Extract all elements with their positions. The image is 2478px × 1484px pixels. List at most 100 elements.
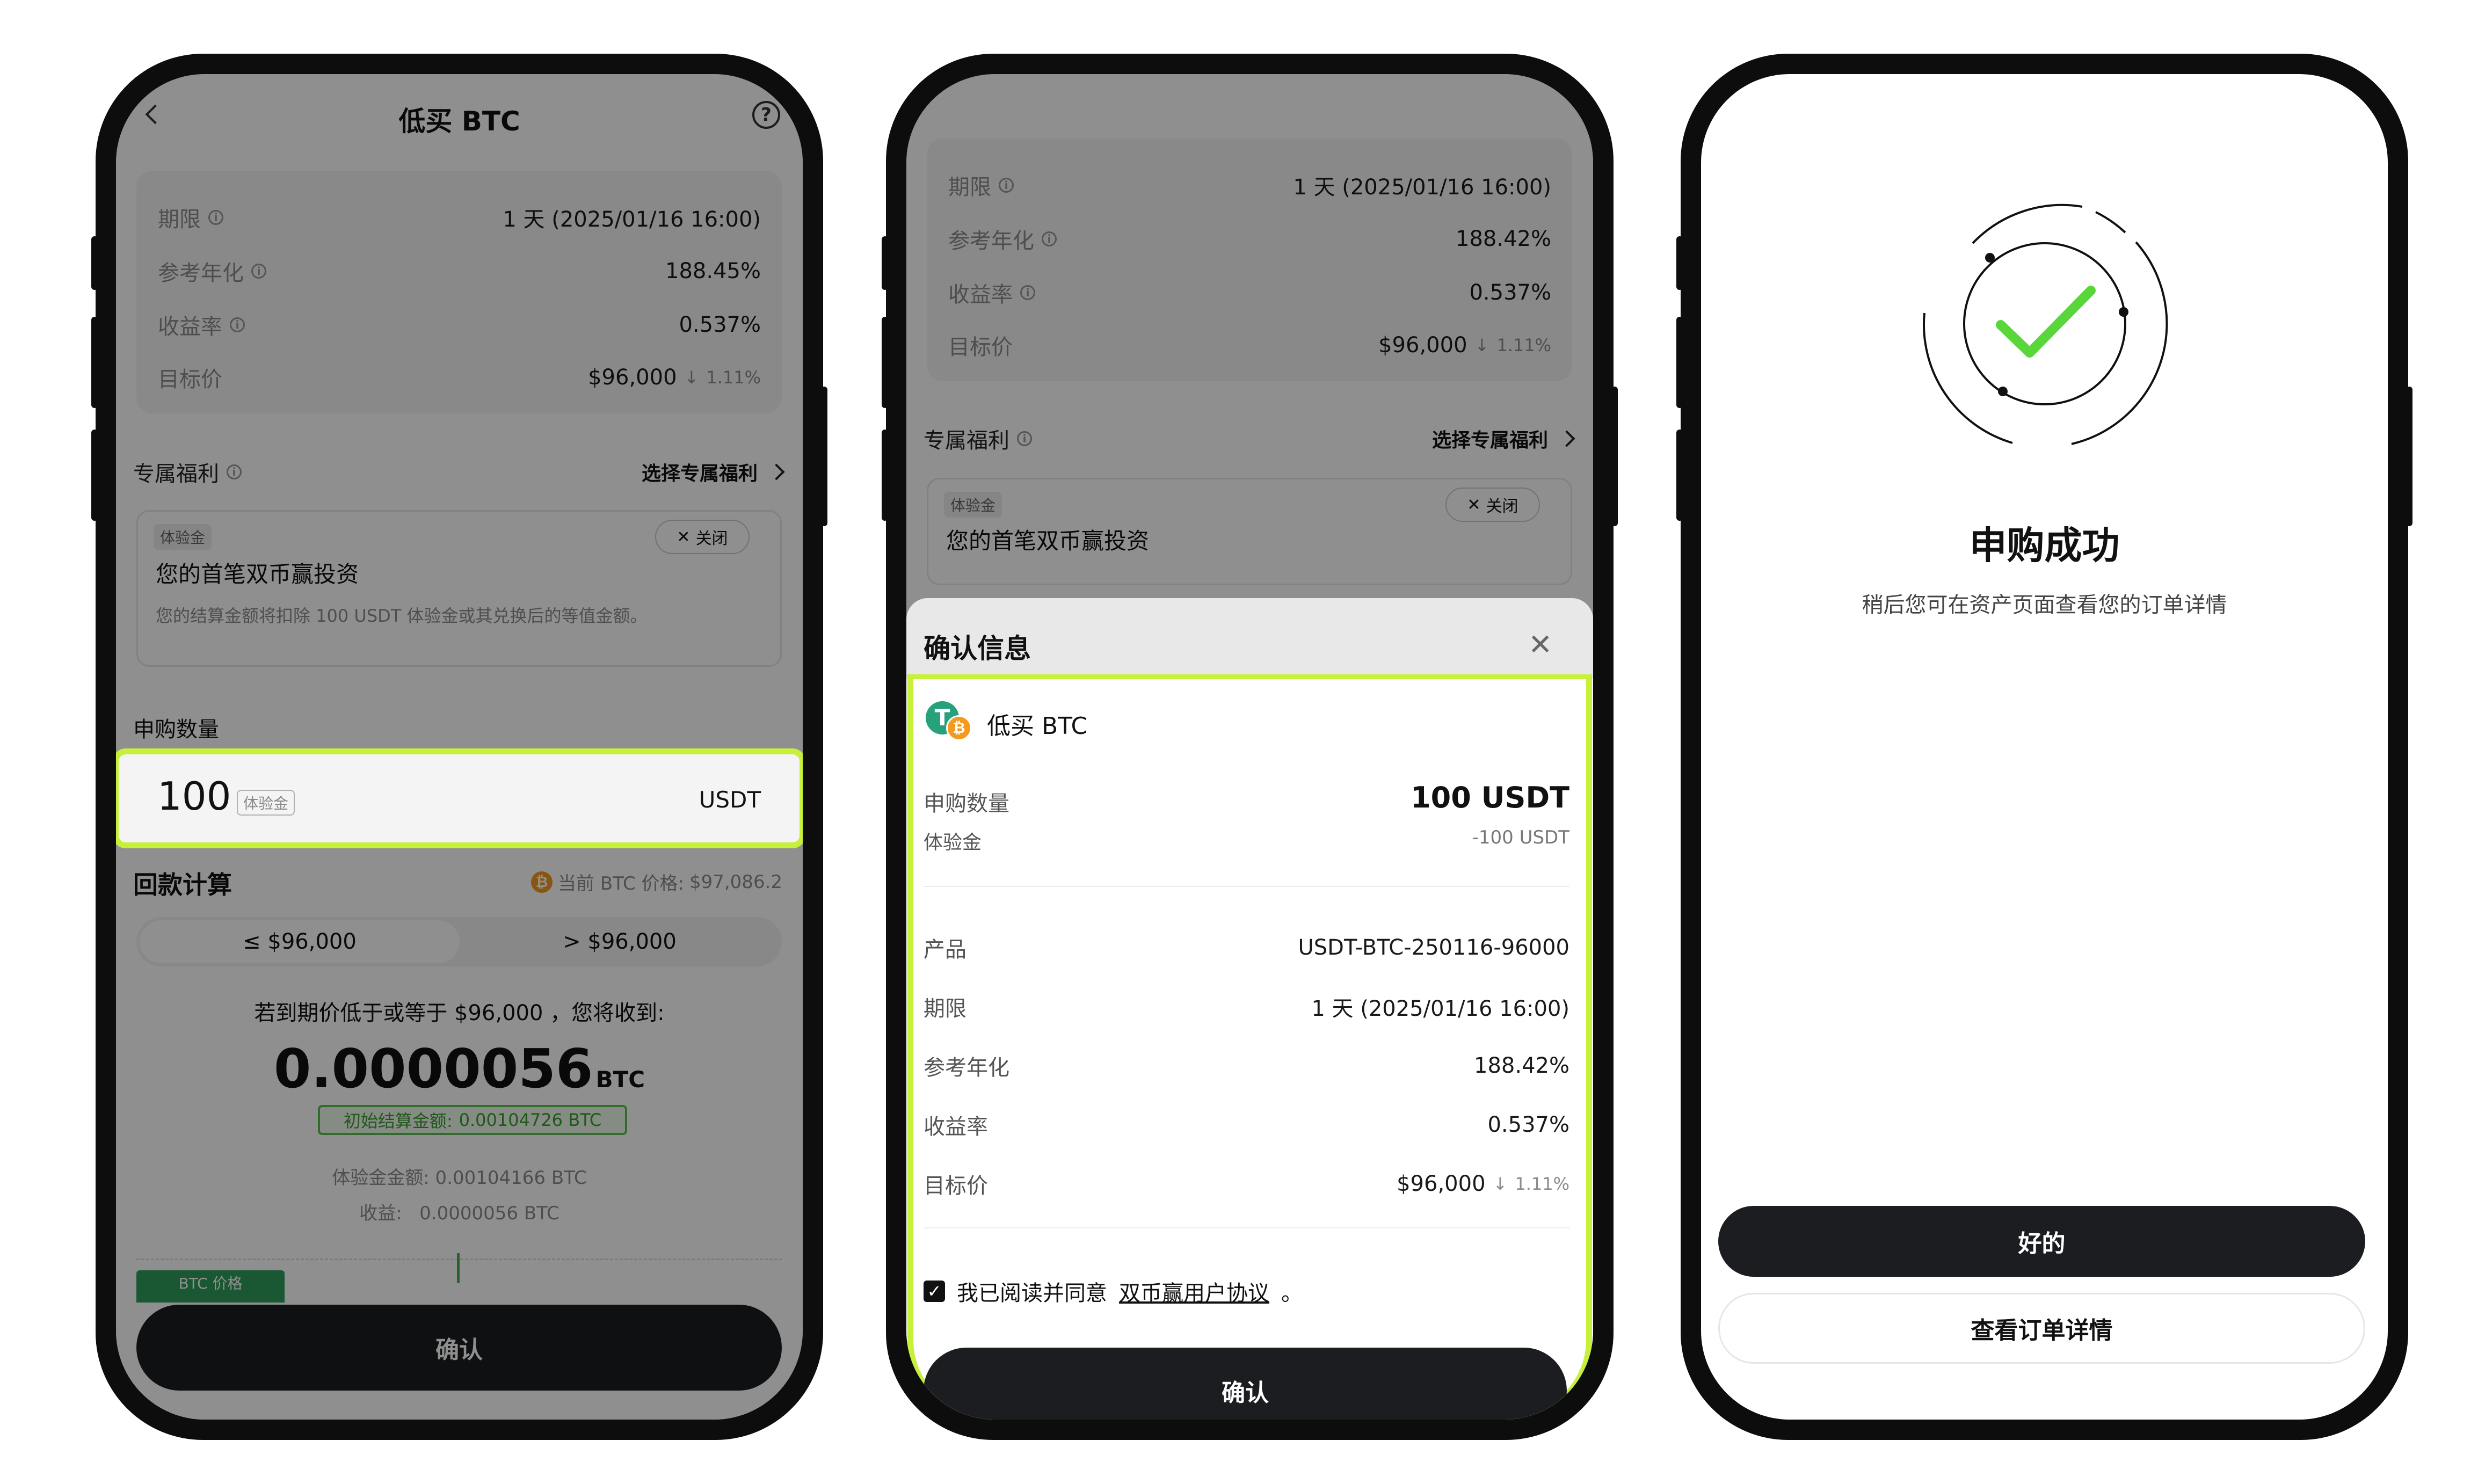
benefit-tag: 体验金 [154, 524, 212, 550]
benefit-description: 您的结算金额将扣除 100 USDT 体验金或其兑换后的等值金额。 [156, 606, 648, 626]
close-benefit-button: ✕ 关闭 [1445, 488, 1540, 522]
detail-row: 目标价 $96,000 ↓ 1.11% [948, 330, 1551, 361]
initial-settlement-badge: 初始结算金额: 0.00104726 BTC [318, 1105, 627, 1135]
detail-row: 目标价 $96,000 ↓ 1.11% [158, 362, 761, 393]
info-value: 0.537% [1487, 1112, 1569, 1137]
phone-frame-3: 申购成功 稍后您可在资产页面查看您的订单详情 好的 查看订单详情 [1676, 54, 2412, 1440]
view-order-button[interactable]: 查看订单详情 [1718, 1293, 2365, 1364]
payback-title: 回款计算 [133, 870, 232, 899]
help-icon[interactable]: ? [752, 101, 780, 129]
info-label: 收益率 [924, 1115, 988, 1139]
product-name: 低买 BTC [987, 712, 1088, 740]
info-label: 参考年化 [924, 1056, 1009, 1080]
page-title: 低买 BTC [398, 106, 520, 137]
info-icon[interactable]: i [230, 317, 245, 332]
amount-input[interactable]: 100 体验金 USDT [116, 748, 803, 848]
info-icon[interactable]: i [251, 264, 266, 279]
arrow-down-icon: ↓ [684, 367, 699, 388]
side-button [882, 236, 888, 290]
amount-label: 申购数量 [924, 791, 1009, 816]
amount-value: 100 USDT [1411, 781, 1569, 814]
confirm-button[interactable]: 确认 [924, 1348, 1567, 1420]
detail-label: 期限 [948, 175, 991, 200]
trial-fund-tag: 体验金 [237, 790, 295, 816]
info-row: 期限 1 天 (2025/01/16 16:00) [924, 991, 1569, 1022]
agreement-prefix: 我已阅读并同意 [957, 1281, 1107, 1306]
screen-2: 期限 i 1 天 (2025/01/16 16:00) 参考年化 i 188.42%… [906, 74, 1593, 1420]
benefit-title: 专属福利 [133, 462, 219, 486]
select-benefit-label: 选择专属福利 [641, 463, 758, 485]
agreement-link[interactable]: 双币赢用户协议 [1119, 1276, 1269, 1307]
detail-row: 期限 i 1 天 (2025/01/16 16:00) [158, 202, 761, 233]
btc-coin-icon: ₿ [531, 871, 553, 893]
info-value: USDT-BTC-250116-96000 [1298, 935, 1569, 960]
close-icon: ✕ [677, 527, 691, 547]
usdt-btc-pair-icon: T ₿ [926, 701, 974, 741]
detail-label: 参考年化 [158, 261, 244, 286]
detail-label: 期限 [158, 207, 201, 232]
success-title: 申购成功 [1969, 523, 2120, 568]
info-icon: i [1042, 231, 1057, 246]
agreement-checkbox[interactable]: ✓ [924, 1281, 945, 1302]
btc-coin-icon: ₿ [946, 715, 972, 741]
detail-value: 0.537% [1469, 280, 1551, 305]
agreement-row: ✓ 我已阅读并同意 双币赢用户协议 。 [924, 1276, 1303, 1307]
detail-label: 收益率 [948, 282, 1013, 307]
confirm-button[interactable]: 确认 [136, 1305, 782, 1391]
chevron-right-icon [1558, 430, 1575, 447]
sheet-title: 确认信息 [924, 633, 1031, 664]
info-value: 1 天 (2025/01/16 16:00) [1311, 996, 1569, 1021]
info-icon: i [1017, 431, 1032, 446]
initial-label: 初始结算金额: [343, 1111, 453, 1131]
chevron-right-icon [768, 463, 785, 481]
side-button [91, 317, 98, 408]
side-button [1676, 236, 1683, 290]
side-button [91, 236, 98, 290]
arrow-down-icon: ↓ [1474, 335, 1489, 355]
info-icon: i [999, 178, 1014, 193]
confirm-label: 确认 [1222, 1379, 1269, 1407]
divider [924, 886, 1569, 887]
info-row: 产品 USDT-BTC-250116-96000 [924, 932, 1569, 963]
select-benefit-link[interactable]: 选择专属福利 [641, 458, 785, 486]
change-value: 1.11% [1496, 335, 1551, 355]
success-check-icon [1923, 203, 2168, 445]
detail-row: 收益率 i 0.537% [158, 309, 761, 340]
info-value: 188.42% [1474, 1053, 1569, 1078]
btc-price-tag: BTC 价格 [136, 1270, 285, 1303]
screen-3: 申购成功 稍后您可在资产页面查看您的订单详情 好的 查看订单详情 [1701, 74, 2388, 1420]
screen-1: 低买 BTC ? 期限 i 1 天 (2025/01/16 16:00) 参考年化… [116, 74, 803, 1420]
info-icon[interactable]: i [208, 210, 223, 225]
segment-below-label: ≤ $96,000 [243, 929, 357, 954]
detail-label: 参考年化 [948, 229, 1034, 253]
success-subtitle: 稍后您可在资产页面查看您的订单详情 [1862, 593, 2227, 617]
segment-above-target[interactable]: > $96,000 [460, 920, 780, 963]
info-icon[interactable]: i [227, 464, 242, 479]
detail-row: 期限 i 1 天 (2025/01/16 16:00) [948, 170, 1551, 201]
agreement-suffix: 。 [1281, 1281, 1303, 1306]
info-row: 收益率 0.537% [924, 1109, 1569, 1140]
info-icon: i [1020, 285, 1035, 300]
price-prefix: 当前 BTC 价格: [558, 873, 684, 894]
side-button [2406, 387, 2412, 526]
info-row: 目标价 $96,000 ↓ 1.11% [924, 1168, 1569, 1199]
detail-value: 1 天 (2025/01/16 16:00) [503, 207, 761, 232]
initial-value: 0.00104726 BTC [459, 1110, 602, 1130]
trial-fund-value: -100 USDT [1472, 827, 1569, 848]
arrow-down-icon: ↓ [1493, 1174, 1508, 1194]
benefit-title: 专属福利 [924, 428, 1009, 453]
info-row: 参考年化 188.42% [924, 1050, 1569, 1081]
side-button [1611, 387, 1618, 526]
close-sheet-icon[interactable]: ✕ [1528, 630, 1552, 659]
close-icon: ✕ [1467, 495, 1481, 514]
receive-description: 若到期价低于或等于 $96,000 ，您将收到: [254, 1001, 665, 1025]
side-button [882, 317, 888, 408]
close-benefit-button[interactable]: ✕ 关闭 [655, 520, 750, 554]
amount-label: 申购数量 [133, 717, 219, 742]
detail-value: $96,000 [588, 365, 677, 390]
detail-value: 1 天 (2025/01/16 16:00) [1293, 175, 1551, 200]
ok-button[interactable]: 好的 [1718, 1206, 2365, 1277]
side-button [821, 387, 827, 526]
segment-below-target[interactable]: ≤ $96,000 [140, 920, 460, 963]
phone-frame-2: 期限 i 1 天 (2025/01/16 16:00) 参考年化 i 188.42%… [882, 54, 1618, 1440]
